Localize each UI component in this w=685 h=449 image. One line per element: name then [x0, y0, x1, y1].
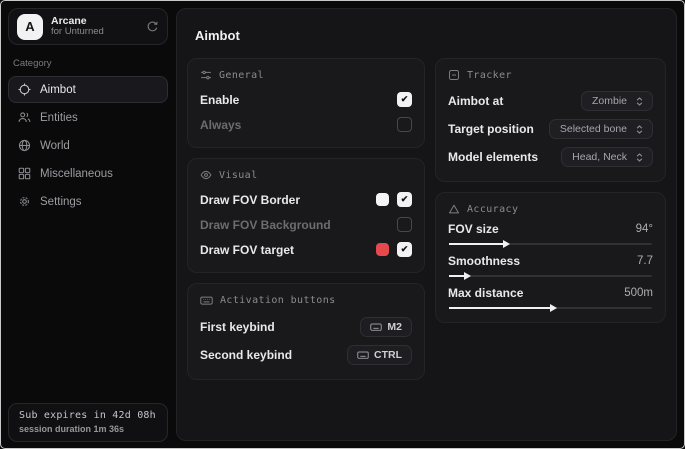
setting-label: Draw FOV target: [200, 243, 294, 257]
setting-row-smoothness: Smoothness 7.7: [448, 254, 653, 277]
keybind-value: M2: [387, 321, 402, 333]
keyboard-icon: [370, 321, 382, 333]
enable-checkbox[interactable]: [397, 92, 412, 107]
setting-label: Second keybind: [200, 348, 292, 362]
card-header-label: Visual: [219, 170, 258, 181]
aimbot-at-select[interactable]: Zombie: [581, 91, 653, 111]
sidebar: A Arcane for Unturned Category Aimbot: [0, 0, 176, 449]
sidebar-item-label: Miscellaneous: [40, 168, 113, 180]
setting-row-aimbot-at: Aimbot at Zombie: [448, 88, 653, 114]
subscription-expiry: Sub expires in 42d 08h: [19, 410, 157, 421]
unfold-icon: [634, 96, 645, 107]
max-distance-slider[interactable]: [449, 307, 652, 309]
session-duration: session duration 1m 36s: [19, 424, 157, 434]
setting-label: Draw FOV Border: [200, 193, 300, 207]
general-card: General Enable Always: [187, 58, 425, 148]
setting-label: Model elements: [448, 150, 538, 164]
eye-icon: [200, 169, 212, 181]
color-swatch[interactable]: [376, 243, 389, 256]
setting-label: Enable: [200, 93, 239, 107]
slider-value: 7.7: [637, 255, 653, 267]
first-keybind-button[interactable]: M2: [360, 317, 412, 337]
logo-card: A Arcane for Unturned: [8, 8, 168, 45]
unfold-icon: [634, 152, 645, 163]
app-subtitle: for Unturned: [51, 27, 138, 38]
page-title: Aimbot: [195, 28, 658, 43]
setting-row-fov-target: Draw FOV target: [200, 238, 412, 261]
setting-row-target-position: Target position Selected bone: [448, 116, 653, 142]
sidebar-item-aimbot[interactable]: Aimbot: [8, 76, 168, 103]
keyboard-icon: [200, 294, 213, 307]
slider-thumb[interactable]: [464, 272, 471, 280]
select-value: Zombie: [592, 95, 627, 107]
select-value: Head, Neck: [572, 151, 627, 163]
setting-row-first-keybind: First keybind M2: [200, 314, 412, 340]
fov-border-checkbox[interactable]: [397, 192, 412, 207]
sidebar-item-settings[interactable]: Settings: [8, 188, 168, 215]
sidebar-item-world[interactable]: World: [8, 132, 168, 159]
setting-row-fov-border: Draw FOV Border: [200, 188, 412, 211]
category-label: Category: [13, 58, 163, 69]
setting-label: Draw FOV Background: [200, 218, 331, 232]
sliders-icon: [200, 69, 212, 81]
card-header-label: General: [219, 70, 264, 81]
fov-background-checkbox[interactable]: [397, 217, 412, 232]
globe-icon: [18, 139, 31, 152]
setting-label: First keybind: [200, 320, 275, 334]
setting-label: Smoothness: [448, 254, 520, 268]
setting-label: FOV size: [448, 222, 499, 236]
target-position-select[interactable]: Selected bone: [549, 119, 653, 139]
triangle-icon: [448, 203, 460, 215]
main-panel: Aimbot General Enable: [176, 8, 677, 441]
select-value: Selected bone: [560, 123, 627, 135]
slider-thumb[interactable]: [503, 240, 510, 248]
gear-icon: [18, 195, 31, 208]
second-keybind-button[interactable]: CTRL: [347, 345, 412, 365]
activation-card: Activation buttons First keybind M2 S: [187, 283, 425, 380]
setting-row-model-elements: Model elements Head, Neck: [448, 144, 653, 170]
fov-size-slider[interactable]: [449, 243, 652, 245]
slider-value: 94°: [636, 223, 653, 235]
setting-row-fov-background: Draw FOV Background: [200, 213, 412, 236]
sidebar-nav: Aimbot Entities World: [8, 76, 168, 215]
accuracy-card: Accuracy FOV size 94° Smoothne: [435, 192, 666, 323]
keyboard-icon: [357, 349, 369, 361]
setting-row-max-distance: Max distance 500m: [448, 286, 653, 309]
tracker-card: Tracker Aimbot at Zombie Target posit: [435, 58, 666, 182]
setting-label: Target position: [448, 122, 534, 136]
setting-label: Aimbot at: [448, 94, 503, 108]
smoothness-slider[interactable]: [449, 275, 652, 277]
app-logo: A: [17, 14, 43, 40]
scan-icon: [448, 69, 460, 81]
setting-label: Always: [200, 118, 241, 132]
slider-value: 500m: [624, 287, 653, 299]
fov-target-checkbox[interactable]: [397, 242, 412, 257]
crosshair-icon: [18, 83, 31, 96]
sidebar-item-label: World: [40, 140, 70, 152]
sidebar-item-label: Entities: [40, 112, 78, 124]
always-checkbox[interactable]: [397, 117, 412, 132]
keybind-value: CTRL: [374, 349, 402, 361]
setting-row-second-keybind: Second keybind CTRL: [200, 342, 412, 368]
sidebar-item-label: Settings: [40, 196, 82, 208]
color-swatch[interactable]: [376, 193, 389, 206]
grid-icon: [18, 167, 31, 180]
sidebar-item-miscellaneous[interactable]: Miscellaneous: [8, 160, 168, 187]
setting-row-fov-size: FOV size 94°: [448, 222, 653, 245]
setting-label: Max distance: [448, 286, 523, 300]
sidebar-item-entities[interactable]: Entities: [8, 104, 168, 131]
sidebar-item-label: Aimbot: [40, 84, 76, 96]
card-header-label: Accuracy: [467, 204, 518, 215]
subscription-card: Sub expires in 42d 08h session duration …: [8, 403, 168, 442]
setting-row-always: Always: [200, 113, 412, 136]
card-header-label: Activation buttons: [220, 295, 336, 306]
sync-icon[interactable]: [146, 20, 159, 33]
card-header-label: Tracker: [467, 70, 512, 81]
setting-row-enable: Enable: [200, 88, 412, 111]
unfold-icon: [634, 124, 645, 135]
users-icon: [18, 111, 31, 124]
model-elements-select[interactable]: Head, Neck: [561, 147, 653, 167]
slider-thumb[interactable]: [550, 304, 557, 312]
visual-card: Visual Draw FOV Border Draw FOV Backgrou…: [187, 158, 425, 273]
